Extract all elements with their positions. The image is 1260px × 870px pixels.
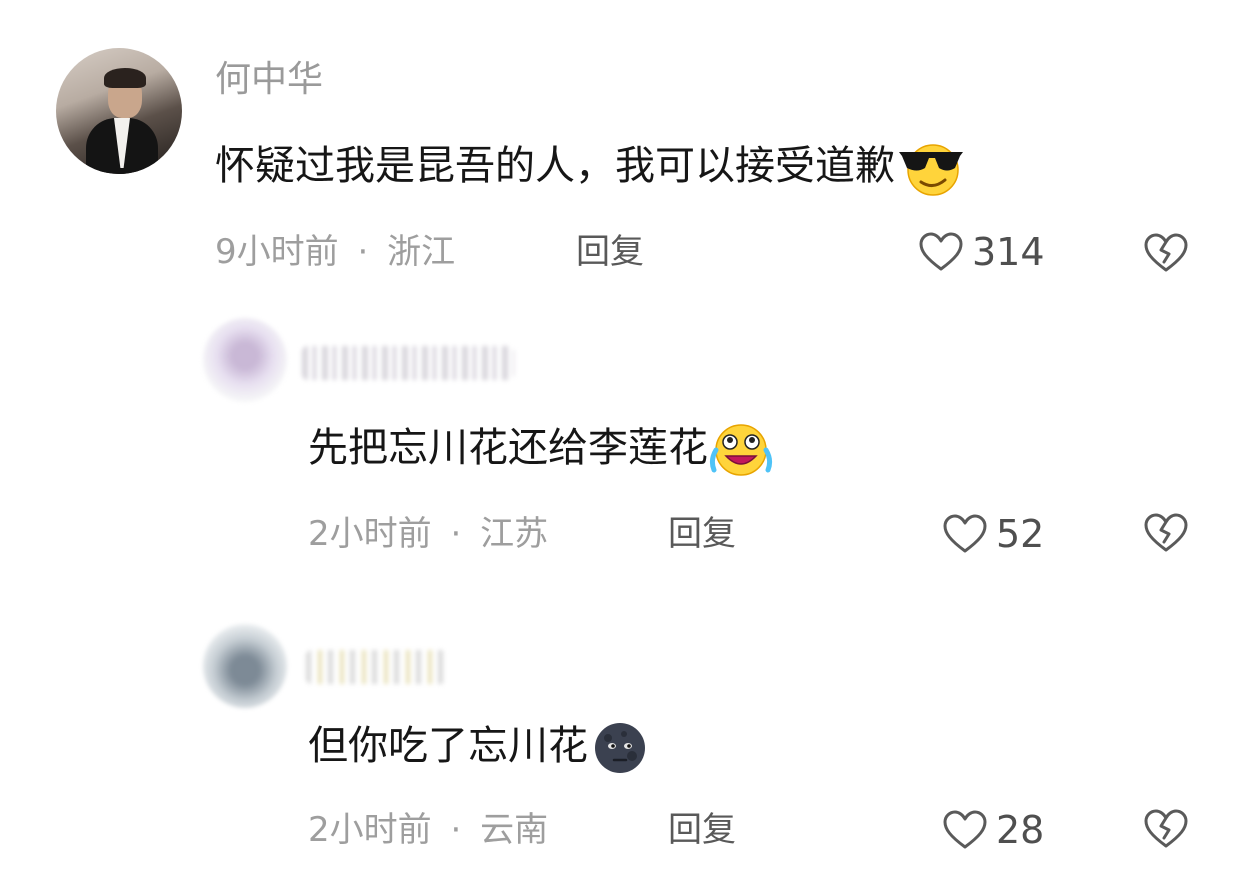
like-count: 314 (972, 230, 1045, 274)
username-obscured[interactable] (302, 346, 514, 380)
broken-heart-icon (1144, 513, 1188, 552)
heart-outline-icon (943, 514, 987, 553)
broken-heart-icon (1144, 809, 1188, 848)
dark-moon-face-emoji (588, 720, 652, 776)
heart-outline-icon (943, 810, 987, 849)
comment-text-body: 先把忘川花还给李莲花 (308, 425, 708, 471)
reply-button[interactable]: 回复 (668, 808, 736, 852)
comment-item: 何中华 怀疑过我是昆吾的人，我可以接受道歉 9小时前 · 浙江 回复 314 (0, 0, 1260, 300)
reply-button[interactable]: 回复 (668, 512, 736, 556)
comment-meta: 9小时前 · 浙江 (215, 230, 455, 274)
dislike-button[interactable] (1142, 232, 1190, 278)
comment-text-body: 怀疑过我是昆吾的人，我可以接受道歉 (215, 143, 895, 189)
dislike-button[interactable] (1142, 808, 1190, 854)
avatar[interactable] (203, 624, 287, 708)
comment-location: 江苏 (480, 514, 549, 554)
broken-heart-icon (1144, 233, 1188, 272)
crying-laughing-emoji (708, 422, 774, 478)
like-count: 28 (996, 808, 1045, 852)
reply-comment-item: 先把忘川花还给李莲花 2小时前 · 江苏 回复 52 (0, 300, 1260, 590)
dislike-button[interactable] (1142, 512, 1190, 558)
separator: · (357, 232, 369, 272)
like-button[interactable]: 314 (918, 230, 1045, 274)
separator: · (450, 810, 462, 850)
comment-location: 浙江 (387, 232, 456, 272)
reply-button[interactable]: 回复 (576, 230, 644, 274)
comment-text: 但你吃了忘川花 (308, 720, 652, 776)
heart-outline-icon (919, 232, 963, 271)
like-button[interactable]: 52 (942, 512, 1044, 556)
comment-meta: 2小时前 · 江苏 (308, 512, 548, 556)
comment-time: 9小时前 (215, 232, 339, 272)
like-button[interactable]: 28 (942, 808, 1044, 852)
comment-time: 2小时前 (308, 514, 432, 554)
comment-text: 先把忘川花还给李莲花 (308, 422, 774, 478)
reply-comment-item: 但你吃了忘川花 2小时前 · 云南 回复 28 (0, 590, 1260, 870)
comment-meta: 2小时前 · 云南 (308, 808, 548, 852)
cool-sunglasses-emoji (897, 140, 965, 196)
separator: · (450, 514, 462, 554)
comment-location: 云南 (480, 810, 549, 850)
like-count: 52 (996, 512, 1045, 556)
comment-text: 怀疑过我是昆吾的人，我可以接受道歉 (215, 140, 965, 196)
comment-text-body: 但你吃了忘川花 (308, 723, 588, 769)
comment-time: 2小时前 (308, 810, 432, 850)
username-obscured[interactable] (306, 650, 446, 684)
avatar[interactable] (56, 48, 182, 174)
username[interactable]: 何中华 (215, 58, 323, 102)
avatar[interactable] (203, 318, 287, 402)
